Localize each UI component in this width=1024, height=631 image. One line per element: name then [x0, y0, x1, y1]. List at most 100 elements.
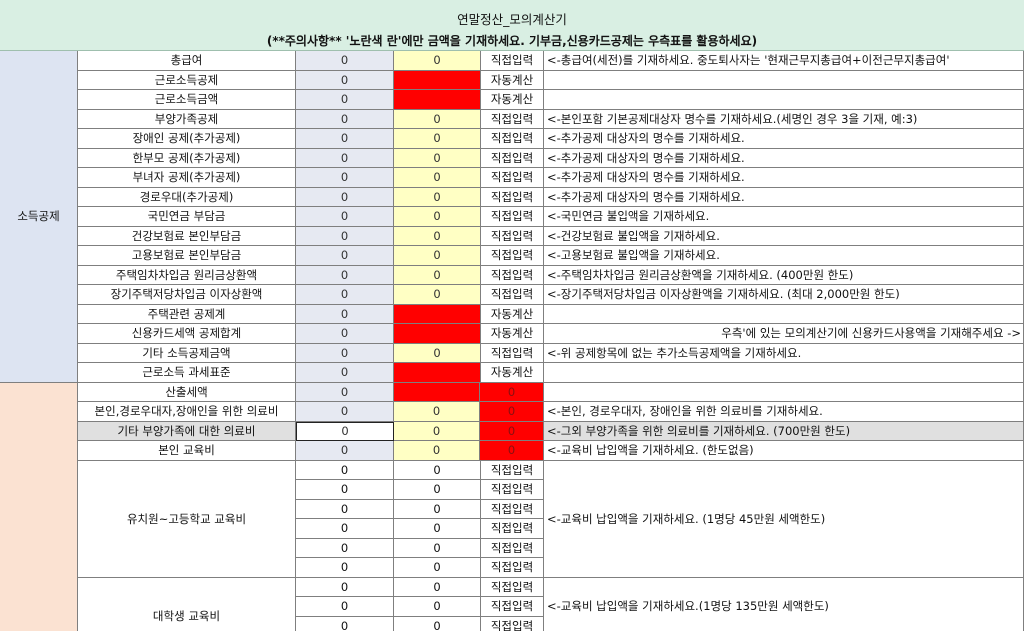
input-type-label: 직접입력	[481, 187, 544, 207]
input-cell[interactable]: 0	[394, 480, 481, 500]
row-description: <-교육비 납입액을 기재하세요. (1명당 45만원 세액한도)	[544, 460, 1024, 578]
row-label: 총급여	[78, 51, 296, 71]
input-cell[interactable]: 0	[394, 597, 481, 617]
row-label: 부양가족공제	[78, 109, 296, 129]
row-description: <-국민연금 불입액을 기재하세요.	[544, 207, 1024, 227]
spreadsheet: 연말정산_모의계산기 (**주의사항** '노란색 란'에만 금액을 기재하세요…	[0, 0, 1024, 631]
computed-value: 0	[296, 285, 394, 305]
row-label: 장기주택저당차입금 이자상환액	[78, 285, 296, 305]
input-type-label: 직접입력	[481, 519, 544, 539]
row-description	[544, 70, 1024, 90]
input-type-label: 직접입력	[481, 499, 544, 519]
input-cell[interactable]: 0	[394, 187, 481, 207]
auto-calc-cell	[394, 382, 480, 402]
input-cell[interactable]: 0	[394, 265, 481, 285]
row-label: 건강보험료 본인부담금	[78, 226, 296, 246]
computed-value: 0	[296, 207, 394, 227]
input-type-label: 자동계산	[481, 70, 544, 90]
computed-value: 0	[296, 499, 394, 519]
auto-calc-cell	[394, 304, 481, 324]
input-cell[interactable]: 0	[394, 129, 481, 149]
input-type-label: 직접입력	[481, 207, 544, 227]
row-description: <-고용보험료 불입액을 기재하세요.	[544, 246, 1024, 266]
computed-value: 0	[296, 616, 394, 631]
row-label: 유치원~고등학교 교육비	[78, 460, 296, 578]
input-cell[interactable]: 0	[394, 441, 480, 461]
computed-value: 0	[296, 129, 394, 149]
input-type-label: 자동계산	[481, 90, 544, 110]
input-cell[interactable]: 0	[394, 558, 481, 578]
input-cell[interactable]: 0	[394, 109, 481, 129]
input-cell[interactable]: 0	[394, 460, 481, 480]
row-description: <-총급여(세전)를 기재하세요. 중도퇴사자는 '현재근무지총급여+이전근무지…	[544, 51, 1024, 71]
sheet-header: 연말정산_모의계산기 (**주의사항** '노란색 란'에만 금액을 기재하세요…	[0, 0, 1024, 51]
input-cell[interactable]: 0	[394, 226, 481, 246]
row-description: <-추가공제 대상자의 명수를 기재하세요.	[544, 148, 1024, 168]
computed-value: 0	[296, 304, 394, 324]
row-label: 근로소득금액	[78, 90, 296, 110]
row-label: 경로우대(추가공제)	[78, 187, 296, 207]
input-type-label: 직접입력	[481, 148, 544, 168]
computed-value: 0	[296, 538, 394, 558]
row-description: <-교육비 납입액을 기재하세요. (한도없음)	[544, 441, 1024, 461]
row-description: <-그외 부양가족을 위한 의료비를 기재하세요. (700만원 한도)	[544, 421, 1024, 441]
input-cell[interactable]: 0	[394, 246, 481, 266]
computed-value: 0	[296, 441, 394, 461]
input-type-label: 직접입력	[481, 480, 544, 500]
computed-value: 0	[296, 382, 394, 402]
auto-calc-cell	[394, 363, 481, 383]
computed-value: 0	[296, 265, 394, 285]
category-income: 소득공제	[0, 51, 78, 383]
tax-credit-value: 0	[480, 421, 544, 441]
input-type-label: 직접입력	[481, 168, 544, 188]
computed-value: 0	[296, 90, 394, 110]
input-cell[interactable]: 0	[394, 343, 481, 363]
category-special: 특별세액공제	[0, 382, 78, 631]
computed-value: 0	[296, 109, 394, 129]
input-type-label: 자동계산	[481, 324, 544, 344]
input-cell[interactable]: 0	[394, 285, 481, 305]
input-cell[interactable]: 0	[394, 207, 481, 227]
input-cell[interactable]: 0	[394, 148, 481, 168]
row-description: <-추가공제 대상자의 명수를 기재하세요.	[544, 168, 1024, 188]
computed-value: 0	[296, 51, 394, 71]
input-type-label: 직접입력	[481, 460, 544, 480]
input-type-label: 직접입력	[481, 343, 544, 363]
computed-value: 0	[296, 577, 394, 597]
input-type-label: 직접입력	[481, 246, 544, 266]
row-description: <-본인포함 기본공제대상자 명수를 기재하세요.(세명인 경우 3을 기재, …	[544, 109, 1024, 129]
row-description: 우측'에 있는 모의계산기에 신용카드사용액을 기재해주세요 ->	[544, 324, 1024, 344]
row-label: 장애인 공제(추가공제)	[78, 129, 296, 149]
computed-value: 0	[296, 460, 394, 480]
row-label: 기타 부양가족에 대한 의료비	[78, 421, 296, 441]
row-label: 주택임차차입금 원리금상환액	[78, 265, 296, 285]
computed-value: 0	[296, 70, 394, 90]
row-description: <-교육비 납입액을 기재하세요.(1명당 135만원 세액한도)	[544, 577, 1024, 631]
input-cell[interactable]: 0	[394, 51, 481, 71]
input-cell[interactable]: 0	[394, 519, 481, 539]
row-description	[544, 363, 1024, 383]
input-cell[interactable]: 0	[394, 616, 481, 631]
tax-credit-value: 0	[480, 402, 544, 422]
input-cell[interactable]: 0	[394, 421, 480, 441]
input-cell[interactable]: 0	[394, 168, 481, 188]
row-label: 산출세액	[78, 382, 296, 402]
computed-value: 0	[296, 421, 394, 441]
computed-value: 0	[296, 519, 394, 539]
input-type-label: 직접입력	[481, 51, 544, 71]
input-cell[interactable]: 0	[394, 577, 481, 597]
input-type-label: 직접입력	[481, 285, 544, 305]
row-label: 대학생 교육비	[78, 577, 296, 631]
row-description	[544, 304, 1024, 324]
row-label: 부녀자 공제(추가공제)	[78, 168, 296, 188]
input-type-label: 자동계산	[481, 363, 544, 383]
computed-value: 0	[296, 363, 394, 383]
input-cell[interactable]: 0	[394, 499, 481, 519]
row-description: <-주택임차차입금 원리금상환액을 기재하세요. (400만원 한도)	[544, 265, 1024, 285]
row-label: 본인,경로우대자,장애인을 위한 의료비	[78, 402, 296, 422]
input-cell[interactable]: 0	[394, 538, 481, 558]
input-cell[interactable]: 0	[394, 402, 480, 422]
row-label: 본인 교육비	[78, 441, 296, 461]
input-type-label: 직접입력	[481, 226, 544, 246]
input-type-label: 직접입력	[481, 265, 544, 285]
